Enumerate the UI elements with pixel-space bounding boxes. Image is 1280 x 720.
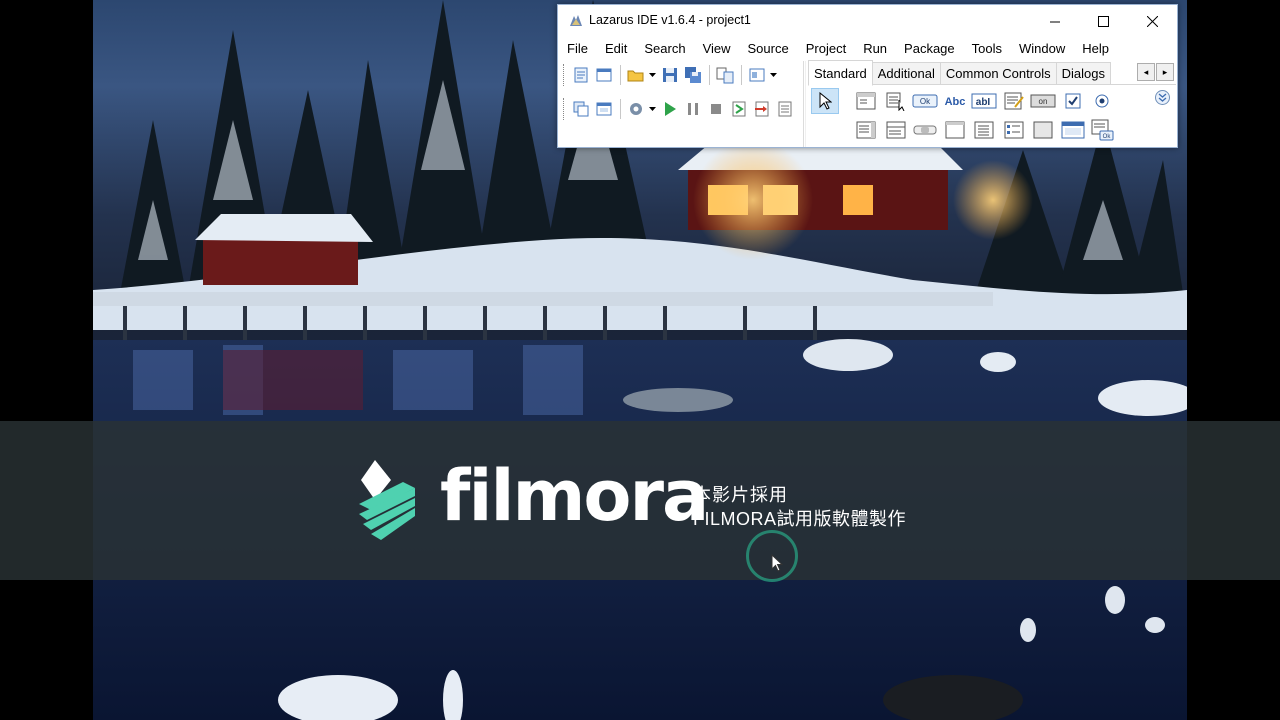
toolbar-grip[interactable] (563, 98, 565, 120)
toolbar-grip[interactable] (563, 64, 565, 86)
step-into-icon[interactable] (728, 98, 750, 120)
radio-button-component-icon[interactable] (1088, 88, 1116, 114)
window-title: Lazarus IDE v1.6.4 - project1 (589, 13, 751, 27)
new-unit-icon[interactable] (570, 64, 592, 86)
toolbar-separator (620, 99, 621, 119)
view-units-icon[interactable] (746, 64, 768, 86)
filmora-logo-icon (359, 460, 415, 540)
filmora-watermark-banner: filmora 本影片採用 FILMORA試用版軟體製作 (0, 421, 1280, 580)
watermark-line-1: 本影片採用 (693, 485, 788, 505)
tab-scroll-left-button[interactable]: ◂ (1137, 63, 1155, 81)
toolbar-row-1 (563, 61, 780, 89)
scrollbar-component-icon[interactable] (911, 117, 939, 143)
checkbox-component-icon[interactable] (1059, 88, 1087, 114)
svg-text:Ok: Ok (920, 97, 931, 106)
arrow-cursor-icon (819, 92, 832, 110)
minimize-button[interactable] (1032, 8, 1078, 34)
step-over-icon[interactable] (751, 98, 773, 120)
button-component-icon[interactable]: Ok (911, 88, 939, 114)
main-menu-component-icon[interactable] (852, 88, 880, 114)
menu-source[interactable]: Source (739, 39, 797, 59)
save-icon[interactable] (659, 64, 681, 86)
checkgroup-component-icon[interactable] (1000, 117, 1028, 143)
menu-help[interactable]: Help (1073, 39, 1117, 59)
menu-bar: File Edit Search View Source Project Run… (558, 39, 1177, 59)
menu-search[interactable]: Search (635, 39, 693, 59)
panel-component-icon[interactable] (1029, 117, 1057, 143)
pause-icon[interactable] (682, 98, 704, 120)
toolbar-row-2 (563, 95, 797, 123)
change-build-mode-icon[interactable] (625, 98, 647, 120)
watermark-line-2: FILMORA試用版軟體製作 (693, 509, 907, 529)
main-toolbar (563, 61, 803, 145)
close-icon (1146, 15, 1158, 27)
toggle-box-component-icon[interactable]: on (1029, 88, 1057, 114)
tab-additional[interactable]: Additional (871, 62, 941, 84)
tab-scroll-buttons: ◂ ▸ (1136, 63, 1174, 81)
toolbar-separator (620, 65, 621, 85)
open-icon[interactable] (625, 64, 647, 86)
menu-run[interactable]: Run (854, 39, 895, 59)
lazarus-app-icon[interactable] (568, 13, 584, 29)
svg-text:Ok: Ok (1103, 134, 1112, 140)
menu-tools[interactable]: Tools (963, 39, 1010, 59)
popup-menu-component-icon[interactable] (882, 88, 910, 114)
palette-components: Ok Abc abI on Ok (808, 86, 1176, 146)
lazarus-ide-window: Lazarus IDE v1.6.4 - project1 File Edit … (557, 4, 1178, 148)
menu-view[interactable]: View (694, 39, 739, 59)
mouse-cursor-icon (771, 554, 784, 572)
open-dropdown-arrow[interactable] (648, 64, 656, 86)
label-component-icon[interactable]: Abc (941, 88, 969, 114)
save-all-icon[interactable] (682, 64, 704, 86)
tab-scroll-right-button[interactable]: ▸ (1156, 63, 1174, 81)
listbox-component-icon[interactable] (852, 117, 880, 143)
build-mode-dropdown-arrow[interactable] (648, 98, 656, 120)
action-list-component-icon[interactable]: Ok (1088, 117, 1116, 143)
toggle-form-unit-icon[interactable] (714, 64, 736, 86)
svg-text:on: on (1039, 97, 1048, 106)
toolbar-separator (709, 65, 710, 85)
close-button[interactable] (1129, 8, 1175, 34)
menu-file[interactable]: File (558, 39, 596, 59)
menu-edit[interactable]: Edit (596, 39, 635, 59)
menu-package[interactable]: Package (895, 39, 963, 59)
frame-component-icon[interactable] (1059, 117, 1087, 143)
toolbar-separator (741, 65, 742, 85)
palette-expand-button[interactable] (1155, 90, 1170, 105)
edit-component-icon[interactable]: abI (970, 88, 998, 114)
chevron-down-icon (1158, 93, 1167, 102)
palette-tabs: Standard Additional Common Controls Dial… (808, 60, 1176, 86)
radiogroup-component-icon[interactable] (970, 117, 998, 143)
title-bar[interactable]: Lazarus IDE v1.6.4 - project1 (558, 5, 1177, 37)
step-out-icon[interactable] (774, 98, 796, 120)
new-form-icon[interactable] (593, 64, 615, 86)
minimize-icon (1049, 21, 1060, 22)
tab-common-controls[interactable]: Common Controls (939, 62, 1057, 84)
groupbox-component-icon[interactable] (941, 117, 969, 143)
view-units-icon[interactable] (570, 98, 592, 120)
component-row-1: Ok Abc abI on (852, 88, 1118, 114)
view-dropdown-arrow[interactable] (769, 64, 777, 86)
combobox-component-icon[interactable] (882, 117, 910, 143)
tab-dialogs[interactable]: Dialogs (1055, 62, 1111, 84)
svg-text:Abc: Abc (944, 96, 965, 108)
maximize-button[interactable] (1080, 8, 1126, 34)
svg-text:abI: abI (976, 97, 991, 108)
menu-project[interactable]: Project (797, 39, 854, 59)
selection-pointer-button[interactable] (811, 88, 839, 114)
tab-standard[interactable]: Standard (808, 60, 873, 86)
stop-icon[interactable] (705, 98, 727, 120)
maximize-icon (1097, 15, 1109, 27)
run-icon[interactable] (659, 98, 681, 120)
component-palette: Standard Additional Common Controls Dial… (808, 60, 1176, 146)
toolbar-palette-splitter[interactable] (803, 61, 806, 147)
menu-window[interactable]: Window (1010, 39, 1073, 59)
filmora-wordmark: filmora (440, 455, 709, 537)
memo-component-icon[interactable] (1000, 88, 1028, 114)
component-row-2: Ok (852, 117, 1118, 143)
view-forms-icon[interactable] (593, 98, 615, 120)
